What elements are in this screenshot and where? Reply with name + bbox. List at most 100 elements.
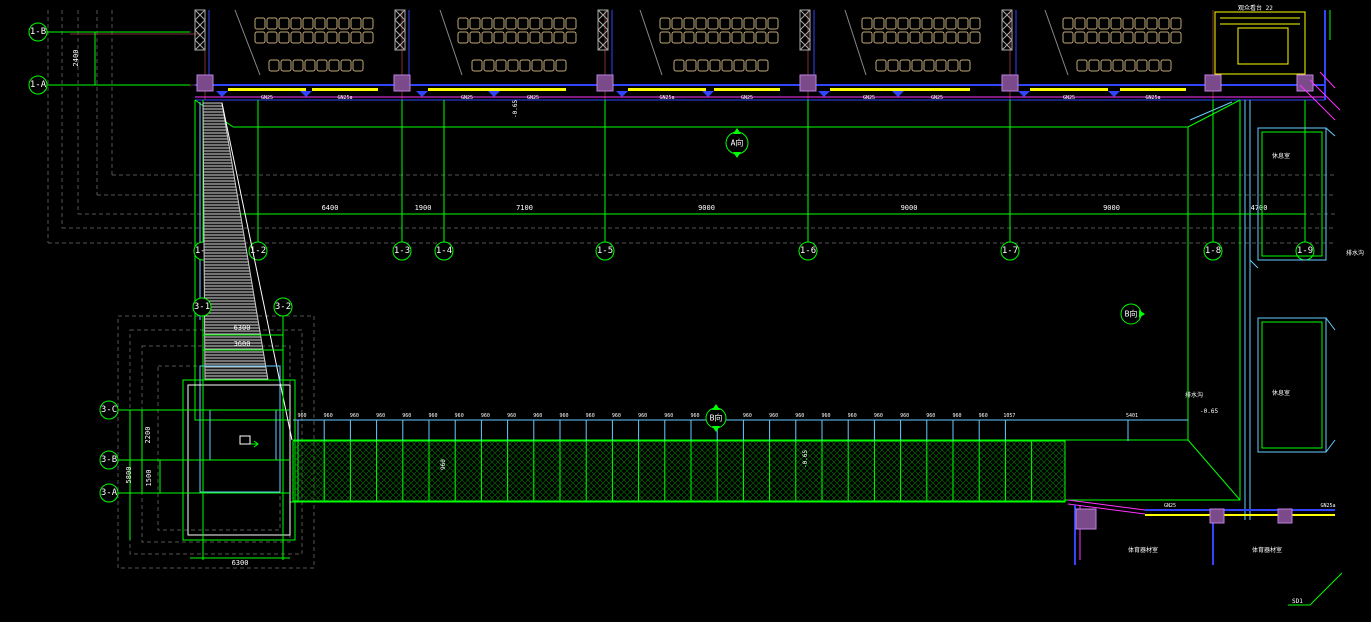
axis-bubble-1-4: 1-4 <box>434 241 454 261</box>
bottom-room-2-label: 体育器材室 <box>1252 546 1282 554</box>
rail-label: 960 <box>926 413 935 419</box>
beam-segment <box>228 88 306 91</box>
pool-lanes-hatched: 960 <box>292 440 1066 502</box>
span-dimension: 7100 <box>516 204 533 212</box>
beam-label: GN25a <box>659 95 674 101</box>
rail-label: 960 <box>795 413 804 419</box>
span-dimension: 1900 <box>415 204 432 212</box>
axis-bubble-1-3: 1-3 <box>392 241 412 261</box>
rail-label: 960 <box>769 413 778 419</box>
axis-label: 1-7 <box>1002 246 1018 256</box>
column <box>799 74 817 92</box>
rail-label: 960 <box>455 413 464 419</box>
rail-label: 960 <box>533 413 542 419</box>
marker-a-label: A向 <box>731 138 744 148</box>
rail-label: 960 <box>297 413 306 419</box>
span-dimension: 4700 <box>1251 204 1268 212</box>
top-right-note: 观众看台 22 <box>1238 4 1273 12</box>
rail-label: 960 <box>638 413 647 419</box>
beam-segment <box>830 88 908 91</box>
cad-floor-plan: 1-B 1-A 2400 GN25 GN25a GN25 GN25 GN25a GN25 G… <box>0 0 1371 622</box>
dim-sub-2: 3600 <box>234 340 251 348</box>
beam-label: GN25 <box>741 95 753 101</box>
axis-label: 1-8 <box>1205 246 1221 256</box>
rail-label: 960 <box>324 413 333 419</box>
rail-label: 960 <box>586 413 595 419</box>
axis-label: 3-1 <box>194 302 210 312</box>
axis-bubble-3-C: 3-C <box>99 400 119 420</box>
rail-label: 1057 <box>1003 413 1015 419</box>
beam-label: GN25 <box>261 95 273 101</box>
beam-label: GN25a <box>1145 95 1160 101</box>
axis-bubble-1-9: 1-9 <box>1295 241 1315 261</box>
column <box>393 74 411 92</box>
axis-bubble-3-1: 3-1 <box>192 297 212 317</box>
axis-label: 1-4 <box>436 246 452 256</box>
column <box>1296 74 1314 92</box>
beam-segment <box>500 88 566 91</box>
axis-label: 3-B <box>101 455 117 465</box>
axis-label: 1-A <box>30 80 47 90</box>
span-dimension: 9000 <box>901 204 918 212</box>
axis-bubble-1-8: 1-8 <box>1203 241 1223 261</box>
axis-bubble-3-B: 3-B <box>99 450 119 470</box>
level-annotation-pool: -0.65 <box>802 450 809 468</box>
column <box>196 74 214 92</box>
beam-label-bottom-2: GN25a <box>1320 503 1335 509</box>
rail-label: 960 <box>979 413 988 419</box>
rail-label: 960 <box>848 413 857 419</box>
span-dimension: 9000 <box>1103 204 1120 212</box>
beam-segment <box>1120 88 1186 91</box>
corner-label: SD1 <box>1292 598 1303 605</box>
level-annotation-top: -0.65 <box>512 100 519 118</box>
beam-segment <box>714 88 780 91</box>
rail-label: 960 <box>428 413 437 419</box>
rail-label: 960 <box>900 413 909 419</box>
rail-label: 960 <box>690 413 699 419</box>
dim-sub-1: 6300 <box>234 324 251 332</box>
beam-segment <box>904 88 970 91</box>
beam-segment <box>1030 88 1108 91</box>
axis-label: 3-C <box>101 405 117 415</box>
beam-label: GN25 <box>1063 95 1075 101</box>
beam-segment <box>628 88 706 91</box>
column <box>596 74 614 92</box>
axis-bubble-1-6: 1-6 <box>798 241 818 261</box>
beam-label: GN25 <box>863 95 875 101</box>
axis-bubble-1-5: 1-5 <box>595 241 615 261</box>
column <box>1001 74 1019 92</box>
rail-label: 5401 <box>1126 413 1138 419</box>
axis-bubble-3-2: 3-2 <box>273 297 293 317</box>
side-note: 排水沟 <box>1185 391 1203 399</box>
span-dimension: 6400 <box>322 204 339 212</box>
level-annotation-right: -0.65 <box>1200 408 1218 415</box>
room-2-label: 休息室 <box>1272 389 1290 397</box>
rail-label: 960 <box>821 413 830 419</box>
beam-label: GN25 <box>461 95 473 101</box>
axis-label: 1-5 <box>597 246 613 256</box>
axis-bubble-1-7: 1-7 <box>1000 241 1020 261</box>
room-1-label: 休息室 <box>1272 152 1290 160</box>
rail-label: 960 <box>612 413 621 419</box>
axis-label: 3-A <box>101 488 118 498</box>
rail-label: 960 <box>664 413 673 419</box>
rail-label: 960 <box>481 413 490 419</box>
rail-label: 960 <box>743 413 752 419</box>
axis-label: 1-6 <box>800 246 816 256</box>
beam-label: GN25a <box>337 95 352 101</box>
dim-sub-v3: 1500 <box>145 470 153 487</box>
column <box>1204 74 1222 92</box>
axis-label: 3-2 <box>275 302 291 312</box>
lane-label: 960 <box>440 459 447 470</box>
beam-segment <box>428 88 506 91</box>
rail-label: 960 <box>559 413 568 419</box>
marker-c-label: B向 <box>710 413 723 423</box>
beam-segment <box>312 88 378 91</box>
rail-label: 960 <box>376 413 385 419</box>
marker-b-label: B向 <box>1125 309 1138 319</box>
span-dimension: 9000 <box>698 204 715 212</box>
beam-label: GN25 <box>931 95 943 101</box>
far-right-label: 排水沟 <box>1346 249 1364 257</box>
dim-sub-v1: 2200 <box>144 427 152 444</box>
axis-bubble-3-A: 3-A <box>99 483 119 503</box>
